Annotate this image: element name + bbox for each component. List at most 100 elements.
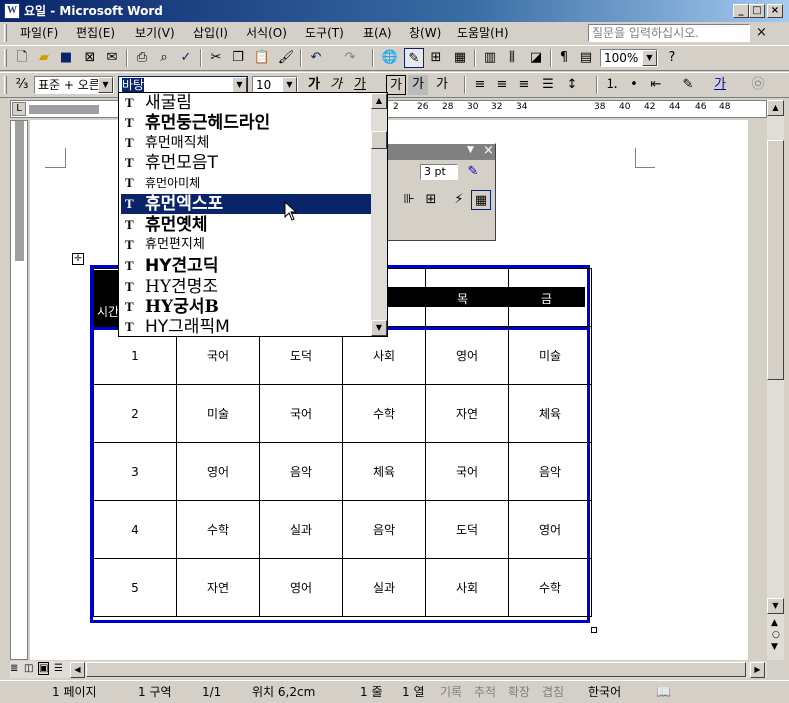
read-icon[interactable]: ▤ <box>576 48 596 68</box>
normal-view-icon[interactable]: ≣ <box>10 663 18 674</box>
cut-icon[interactable]: ✂ <box>206 48 226 68</box>
table-cell[interactable]: 수학 <box>342 384 426 443</box>
table-cell[interactable]: 영어 <box>176 442 260 501</box>
spelling-status-icon[interactable]: 📖 <box>656 684 671 700</box>
align-center-icon[interactable]: ≡ <box>492 75 512 95</box>
numbering-icon[interactable]: ⒈ <box>602 75 622 95</box>
menu-close-icon[interactable]: × <box>756 25 767 40</box>
chevron-down-icon[interactable]: ▼ <box>467 145 474 155</box>
align-right-icon[interactable]: ≡ <box>514 75 534 95</box>
chevron-down-icon[interactable]: ▼ <box>282 77 297 93</box>
enclose-char-icon[interactable]: ㉧ <box>748 75 768 95</box>
font-option[interactable]: T 휴먼둥근헤드라인 <box>121 113 371 133</box>
table-cell[interactable]: 수학 <box>508 558 592 617</box>
help-icon[interactable]: ? <box>662 48 682 68</box>
table-cell[interactable]: 도덕 <box>425 500 509 559</box>
table-cell[interactable]: 체육 <box>508 384 592 443</box>
menu-table[interactable]: 표(A) <box>363 25 392 41</box>
menu-insert[interactable]: 삽입(I) <box>193 25 228 41</box>
table-move-handle[interactable]: ✛ <box>72 253 84 265</box>
highlight-icon[interactable]: ✎ <box>678 75 698 95</box>
status-trk[interactable]: 추적 <box>474 684 496 700</box>
menu-grip[interactable] <box>4 24 7 42</box>
print-layout-icon[interactable]: ▣ <box>38 662 50 675</box>
styles-pane-icon[interactable]: ⅔ <box>12 75 32 95</box>
tab-selector[interactable]: L <box>12 102 26 116</box>
table-cell[interactable]: 음악 <box>259 442 343 501</box>
table-cell[interactable]: 체육 <box>342 442 426 501</box>
format-painter-icon[interactable]: 🖌 <box>276 48 296 68</box>
table-cell[interactable]: 음악 <box>342 500 426 559</box>
hyperlink-icon[interactable]: 🌐 <box>380 48 400 68</box>
horizontal-scrollbar[interactable]: ≣ ◫ ▣ ☰ ◀ ▶ <box>10 661 767 678</box>
table-resize-handle[interactable] <box>591 627 597 633</box>
maximize-button[interactable]: □ <box>749 4 765 18</box>
table-cell[interactable]: 자연 <box>425 384 509 443</box>
table-cell[interactable]: 실과 <box>259 500 343 559</box>
status-ovr[interactable]: 겹침 <box>542 684 564 700</box>
font-option[interactable]: T HY견명조 <box>121 277 371 297</box>
vertical-scrollbar[interactable]: ▲ ▼ ▲ ○ ▼ <box>767 100 784 660</box>
permission-icon[interactable]: ⊠ <box>80 48 100 68</box>
paste-icon[interactable]: 📋 <box>252 48 272 68</box>
table-cell[interactable]: 영어 <box>259 558 343 617</box>
bullets-icon[interactable]: • <box>624 75 644 95</box>
table-cell[interactable]: 3 <box>93 442 177 501</box>
table-cell[interactable]: 2 <box>93 384 177 443</box>
menu-edit[interactable]: 편집(E) <box>76 25 115 41</box>
distribute-columns-icon[interactable]: ⊪ <box>399 190 419 210</box>
new-doc-icon[interactable]: 🗋 <box>12 48 32 68</box>
table-cell[interactable]: 사회 <box>425 558 509 617</box>
split-cells-icon[interactable]: ⊞ <box>421 190 441 210</box>
font-option[interactable]: T 휴먼편지체 <box>121 235 371 255</box>
close-icon[interactable]: × <box>483 143 494 158</box>
table-cell[interactable]: 5 <box>93 558 177 617</box>
font-option-selected[interactable]: T 휴먼엑스포 <box>121 194 371 214</box>
char-shading-icon[interactable]: 가 <box>408 75 428 95</box>
float-titlebar[interactable]: ▼ × <box>387 143 495 160</box>
font-dropdown-list[interactable]: T 새굴림 T 휴먼둥근헤드라인 T 휴먼매직체 T 휴먼모음T T 휴먼아미체 T 휴먼엑… <box>118 92 388 337</box>
document-map-icon[interactable]: ◪ <box>526 48 546 68</box>
table-cell[interactable]: 수학 <box>176 500 260 559</box>
font-option[interactable]: T HY궁서B <box>121 297 371 317</box>
menu-file[interactable]: 파일(F) <box>20 25 58 41</box>
table-cell[interactable]: 자연 <box>176 558 260 617</box>
scroll-down-icon[interactable]: ▼ <box>767 598 784 614</box>
table-cell[interactable]: 미술 <box>508 326 592 385</box>
table-cell[interactable]: 미술 <box>176 384 260 443</box>
scroll-right-icon[interactable]: ▶ <box>750 662 765 678</box>
scroll-down-icon[interactable]: ▼ <box>371 320 387 336</box>
web-view-icon[interactable]: ◫ <box>24 663 33 674</box>
align-left-icon[interactable]: ≡ <box>470 75 490 95</box>
distribute-icon[interactable]: ☰ <box>538 75 558 95</box>
undo-icon[interactable]: ↶ <box>306 48 326 68</box>
menu-window[interactable]: 창(W) <box>409 25 441 41</box>
line-weight-select[interactable]: 3 pt <box>420 164 458 180</box>
scroll-thumb[interactable] <box>86 662 746 677</box>
toolbar-grip[interactable] <box>4 49 7 67</box>
char-border-icon[interactable]: 가 <box>386 75 406 95</box>
font-option[interactable]: T HY견고딕 <box>121 256 371 276</box>
table-cell[interactable]: 국어 <box>425 442 509 501</box>
menu-help[interactable]: 도움말(H) <box>457 25 509 41</box>
zoom-select[interactable]: 100% ▼ <box>600 49 658 67</box>
next-page-icon[interactable]: ▼ <box>771 642 778 652</box>
font-option[interactable]: T 새굴림 <box>121 93 371 113</box>
scroll-up-icon[interactable]: ▲ <box>371 93 387 109</box>
scroll-left-icon[interactable]: ◀ <box>70 662 85 678</box>
toolbar-grip[interactable] <box>4 76 7 94</box>
font-option[interactable]: T 휴먼옛체 <box>121 215 371 235</box>
border-color-icon[interactable]: ✎ <box>463 162 483 182</box>
style-select[interactable]: 표준 + 오른 ▼ <box>34 76 114 94</box>
insert-table-icon[interactable]: ⊞ <box>426 48 446 68</box>
table-cell[interactable]: 음악 <box>508 442 592 501</box>
show-hide-icon[interactable]: ¶ <box>554 48 574 68</box>
scroll-up-icon[interactable]: ▲ <box>767 100 784 116</box>
scroll-thumb[interactable] <box>767 140 784 380</box>
help-search-input[interactable]: 질문을 입력하십시오. <box>588 24 750 42</box>
table-cell[interactable]: 실과 <box>342 558 426 617</box>
table-cell[interactable]: 영어 <box>425 326 509 385</box>
drawing-icon[interactable]: ⫼ <box>502 48 522 68</box>
email-icon[interactable]: ✉ <box>102 48 122 68</box>
table-cell[interactable]: 4 <box>93 500 177 559</box>
